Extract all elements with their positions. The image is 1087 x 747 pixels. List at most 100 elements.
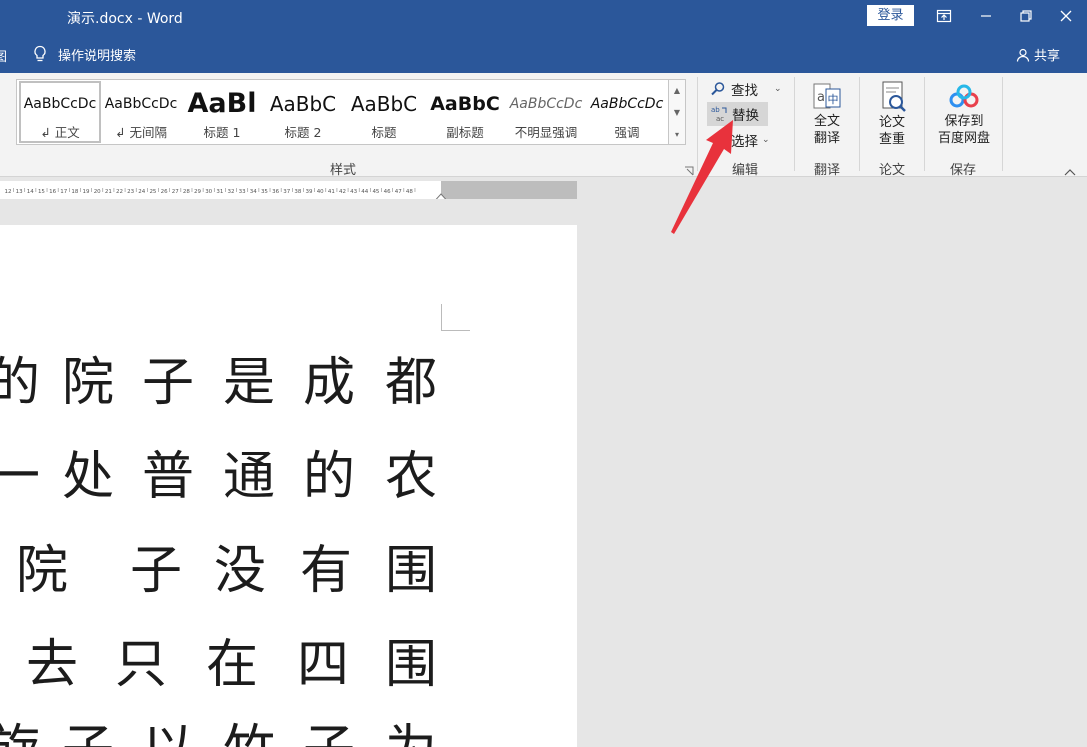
more-icon: ▾ xyxy=(674,130,679,139)
translate-group-label: 翻译 xyxy=(814,163,841,178)
document-char: 子 xyxy=(130,541,183,601)
document-char: 子 xyxy=(303,720,355,747)
window-title: 演示.docx - Word xyxy=(67,11,183,27)
ruler-number: 45 xyxy=(372,189,379,195)
style-subtle-emphasis[interactable]: AaBbCcDc 不明显强调 xyxy=(506,82,586,142)
style-subtitle[interactable]: AaBbC 副标题 xyxy=(425,82,505,142)
minimize-button[interactable] xyxy=(968,3,1004,29)
replace-button[interactable]: ab ac 替换 xyxy=(707,102,768,126)
ruler-number: 37 xyxy=(283,189,290,195)
chevron-up-icon: ▲ xyxy=(673,86,681,95)
document-char: 的 xyxy=(303,447,356,507)
replace-icon: abac xyxy=(711,106,727,123)
tell-me-search[interactable]: 操作说明搜索 xyxy=(32,44,136,64)
document-char: 为 xyxy=(385,720,437,747)
magnifier-icon xyxy=(711,82,725,96)
ruler-number: 27 xyxy=(172,189,179,195)
ruler-number: 41 xyxy=(328,189,335,195)
save-group-label: 保存 xyxy=(950,163,977,178)
group-separator xyxy=(924,77,925,171)
translate-label-line-2: 翻译 xyxy=(813,131,840,146)
gallery-down-button[interactable]: ▼ xyxy=(669,102,685,124)
style-emphasis[interactable]: AaBbCcDc 强调 xyxy=(587,82,667,142)
ruler-number: 34 xyxy=(250,189,257,195)
document-page[interactable]: 的院子是成都一处普通的农院子没有围去只在四围旋子以竹子为 xyxy=(0,225,577,747)
style-preview: AaBbC xyxy=(350,92,418,116)
style-name: 强调 xyxy=(614,125,640,140)
document-char: 院 xyxy=(62,353,115,413)
style-name: 不明显强调 xyxy=(514,125,578,140)
style-preview: AaBl xyxy=(187,91,257,117)
style-name: 标题 xyxy=(371,125,397,140)
chevron-down-icon[interactable]: ⌄ xyxy=(762,135,770,145)
ruler-number: 46 xyxy=(384,189,391,195)
horizontal-ruler[interactable]: 12 13 14 15 16 17 18 19 20 21 22 23 24 25 26 27 28 29 30 31… xyxy=(0,181,577,199)
cursor-icon xyxy=(715,132,727,147)
style-heading-1[interactable]: AaBl 标题 1 xyxy=(182,82,262,142)
translate-label-line-1: 全文 xyxy=(813,114,840,129)
document-char: 旋 xyxy=(0,720,40,747)
style-name: 标题 1 xyxy=(203,125,241,140)
login-button[interactable]: 登录 xyxy=(867,5,914,26)
ruler-number: 31 xyxy=(216,189,223,195)
select-label: 选择 xyxy=(731,134,758,150)
document-char: 去 xyxy=(26,635,79,695)
right-indent-marker[interactable] xyxy=(435,193,447,199)
group-separator xyxy=(859,77,860,171)
ribbon: AaBbCcDc ↲ 正文 AaBbCcDc ↲ 无间隔 AaBl 标题 1 A… xyxy=(0,73,1087,180)
save-to-baidu-button[interactable]: 保存到 百度网盘 xyxy=(933,79,995,147)
close-icon xyxy=(1060,10,1072,22)
find-label: 查找 xyxy=(731,83,758,99)
ribbon-display-options-button[interactable] xyxy=(926,3,962,29)
collapse-ribbon-button[interactable] xyxy=(1063,162,1077,181)
document-char: 院 xyxy=(16,541,69,601)
gallery-up-button[interactable]: ▲ xyxy=(669,80,685,102)
ruler-number: 30 xyxy=(205,189,212,195)
style-name: 标题 2 xyxy=(284,125,322,140)
ruler-number: 47 xyxy=(395,189,402,195)
svg-text:a: a xyxy=(817,90,825,105)
person-icon xyxy=(1016,48,1030,62)
gallery-more-button[interactable]: ▾ xyxy=(669,124,685,146)
styles-dialog-launcher[interactable] xyxy=(684,161,694,180)
close-button[interactable] xyxy=(1048,3,1084,29)
ruler-number: 33 xyxy=(239,189,246,195)
style-title[interactable]: AaBbC 标题 xyxy=(344,82,424,142)
style-normal[interactable]: AaBbCcDc ↲ 正文 xyxy=(19,81,101,143)
chevron-up-icon xyxy=(1064,169,1076,176)
ruler-number: 26 xyxy=(161,189,168,195)
ruler-number: 39 xyxy=(306,189,313,195)
ruler-number: 25 xyxy=(149,189,156,195)
ruler-number: 48 xyxy=(406,189,413,195)
chevron-down-icon[interactable]: ⌄ xyxy=(774,84,782,94)
full-text-translate-button[interactable]: a中 全文 翻译 xyxy=(803,79,851,147)
document-char: 子 xyxy=(142,353,195,413)
ruler-number: 35 xyxy=(261,189,268,195)
document-char: 农 xyxy=(385,447,438,507)
dialog-launcher-icon xyxy=(685,166,694,176)
restore-button[interactable] xyxy=(1008,3,1044,29)
ruler-number: 23 xyxy=(127,189,134,195)
ruler-number: 21 xyxy=(105,189,112,195)
find-button[interactable]: 查找 ⌄ xyxy=(710,79,782,99)
document-char: 通 xyxy=(223,447,276,507)
ruler-number: 44 xyxy=(361,189,368,195)
style-no-spacing[interactable]: AaBbCcDc ↲ 无间隔 xyxy=(101,82,181,142)
paper-check-button[interactable]: 论文 查重 xyxy=(868,79,916,148)
document-char: 有 xyxy=(300,541,353,601)
styles-group-label: 样式 xyxy=(330,163,357,178)
document-char: 没 xyxy=(214,541,267,601)
ruler-number: 28 xyxy=(183,189,190,195)
editing-group-label: 编辑 xyxy=(732,163,759,178)
share-button[interactable]: 共享 xyxy=(1016,45,1060,64)
select-button[interactable]: 选择 ⌄ xyxy=(712,130,770,150)
ruler-number: 19 xyxy=(83,189,90,195)
ribbon-display-icon xyxy=(936,9,952,23)
ruler-number: 14 xyxy=(27,189,34,195)
document-char: 以 xyxy=(142,720,194,747)
document-char: 成 xyxy=(303,353,356,413)
tell-me-label: 操作说明搜索 xyxy=(58,48,137,64)
style-heading-2[interactable]: AaBbC 标题 2 xyxy=(263,82,343,142)
style-preview: AaBbC xyxy=(269,92,337,116)
tab-fragment[interactable]: 图 xyxy=(0,46,7,65)
